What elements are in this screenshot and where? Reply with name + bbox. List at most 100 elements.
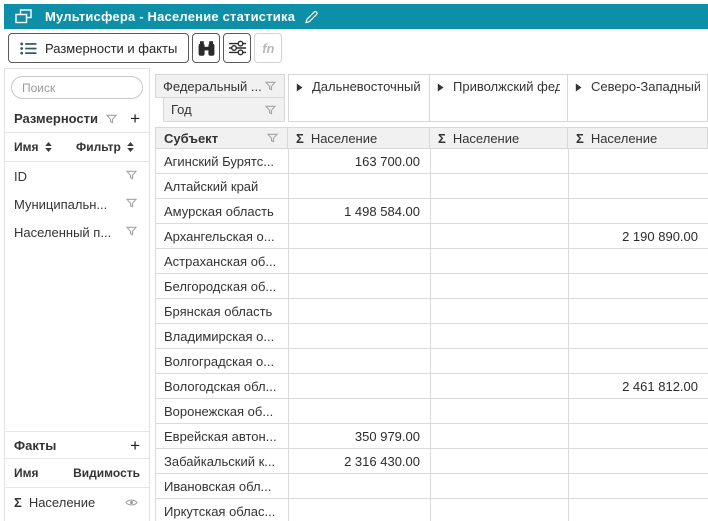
column-group-far-eastern[interactable]: Дальневосточный ф bbox=[288, 74, 430, 122]
filter-icon[interactable] bbox=[125, 225, 138, 240]
value-cell[interactable] bbox=[431, 249, 569, 273]
value-cell[interactable] bbox=[289, 474, 431, 498]
value-cell[interactable] bbox=[431, 149, 569, 173]
value-cell[interactable] bbox=[289, 174, 431, 198]
fn-button[interactable]: fn bbox=[254, 33, 282, 63]
row-header-cell[interactable]: Владимирская о... bbox=[156, 324, 289, 348]
row-header-cell[interactable]: Амурская область bbox=[156, 199, 289, 223]
sidebar-item-id[interactable]: ID bbox=[5, 162, 149, 190]
value-cell[interactable] bbox=[569, 424, 708, 448]
value-cell[interactable] bbox=[569, 274, 708, 298]
filter-icon[interactable] bbox=[125, 169, 138, 184]
value-cell[interactable] bbox=[431, 424, 569, 448]
add-dimension-button[interactable]: + bbox=[130, 110, 140, 127]
value-cell[interactable]: 1 498 584.00 bbox=[289, 199, 431, 223]
value-cell[interactable] bbox=[431, 274, 569, 298]
value-cell[interactable]: 2 190 890.00 bbox=[569, 224, 708, 248]
column-dimension-cell[interactable]: Федеральный ... bbox=[155, 74, 285, 98]
value-cell[interactable] bbox=[431, 349, 569, 373]
row-header-cell[interactable]: Агинский Бурятс... bbox=[156, 149, 289, 173]
filter-icon[interactable] bbox=[266, 132, 279, 144]
value-cell[interactable] bbox=[289, 324, 431, 348]
value-cell[interactable] bbox=[569, 499, 708, 521]
value-cell[interactable] bbox=[289, 224, 431, 248]
table-row: Брянская область bbox=[155, 299, 708, 324]
value-cell[interactable]: 350 979.00 bbox=[289, 424, 431, 448]
value-cell[interactable] bbox=[431, 374, 569, 398]
value-cell[interactable] bbox=[431, 449, 569, 473]
row-header-cell[interactable]: Забайкальский к... bbox=[156, 449, 289, 473]
value-cell[interactable] bbox=[431, 324, 569, 348]
value-cell[interactable] bbox=[431, 299, 569, 323]
row-header-subject-cell[interactable]: Субъект bbox=[155, 127, 288, 149]
row-header-cell[interactable]: Волгоградская о... bbox=[156, 349, 289, 373]
value-cell[interactable] bbox=[289, 274, 431, 298]
measure-header-cell[interactable]: Σ Население bbox=[288, 127, 430, 149]
value-cell[interactable] bbox=[569, 249, 708, 273]
measure-header-cell[interactable]: Σ Население bbox=[568, 127, 708, 149]
value-cell[interactable] bbox=[569, 324, 708, 348]
value-cell[interactable] bbox=[431, 474, 569, 498]
add-fact-button[interactable]: + bbox=[130, 437, 140, 454]
row-header-cell[interactable]: Вологодская обл... bbox=[156, 374, 289, 398]
row-header-cell[interactable]: Еврейская автон... bbox=[156, 424, 289, 448]
row-header-cell[interactable]: Брянская область bbox=[156, 299, 289, 323]
value-cell[interactable] bbox=[569, 474, 708, 498]
sigma-icon: Σ bbox=[296, 131, 304, 146]
measure-header-cell[interactable]: Σ Население bbox=[430, 127, 568, 149]
search-input[interactable] bbox=[11, 76, 143, 99]
measure-label: Население bbox=[591, 131, 699, 146]
column-group-northwestern[interactable]: Северо-Западный ф bbox=[568, 74, 708, 122]
row-dimension-year-cell[interactable]: Год bbox=[163, 97, 285, 122]
sidebar-item-population-fact[interactable]: Σ Население bbox=[5, 488, 149, 517]
value-cell[interactable] bbox=[431, 174, 569, 198]
row-header-cell[interactable]: Белгородская об... bbox=[156, 274, 289, 298]
filter-icon[interactable] bbox=[125, 197, 138, 212]
value-cell[interactable] bbox=[289, 349, 431, 373]
table-row: Алтайский край bbox=[155, 174, 708, 199]
value-cell[interactable] bbox=[569, 349, 708, 373]
value-cell[interactable] bbox=[289, 249, 431, 273]
value-cell[interactable] bbox=[289, 399, 431, 423]
expand-icon[interactable] bbox=[296, 83, 303, 92]
edit-title-icon[interactable] bbox=[304, 10, 319, 24]
value-cell[interactable] bbox=[569, 399, 708, 423]
sidebar-item-municipal[interactable]: Муниципальн... bbox=[5, 190, 149, 218]
sort-name-icon[interactable] bbox=[44, 141, 53, 153]
row-header-cell[interactable]: Архангельская о... bbox=[156, 224, 289, 248]
value-cell[interactable] bbox=[289, 299, 431, 323]
row-header-cell[interactable]: Астраханская об... bbox=[156, 249, 289, 273]
row-header-cell[interactable]: Иркутская облас... bbox=[156, 499, 289, 521]
value-cell[interactable] bbox=[289, 374, 431, 398]
filter-icon[interactable] bbox=[264, 104, 277, 116]
column-group-volga[interactable]: Приволжский феде bbox=[430, 74, 568, 122]
dimensions-filter-icon[interactable] bbox=[105, 113, 118, 125]
expand-icon[interactable] bbox=[575, 83, 582, 92]
sort-filter-icon[interactable] bbox=[126, 141, 135, 153]
filter-icon[interactable] bbox=[264, 80, 277, 92]
expand-icon[interactable] bbox=[437, 83, 444, 92]
row-header-cell[interactable]: Воронежская об... bbox=[156, 399, 289, 423]
value-cell[interactable] bbox=[431, 399, 569, 423]
dimensions-facts-button[interactable]: Размерности и факты bbox=[8, 33, 189, 63]
value-cell[interactable]: 2 316 430.00 bbox=[289, 449, 431, 473]
value-cell[interactable]: 2 461 812.00 bbox=[569, 374, 708, 398]
value-cell[interactable] bbox=[431, 224, 569, 248]
value-cell[interactable] bbox=[431, 499, 569, 521]
value-cell[interactable] bbox=[431, 199, 569, 223]
value-cell[interactable] bbox=[289, 499, 431, 521]
value-cell[interactable] bbox=[569, 199, 708, 223]
value-cell[interactable] bbox=[569, 449, 708, 473]
visibility-eye-icon[interactable] bbox=[125, 498, 138, 507]
table-row: Иркутская облас... bbox=[155, 499, 708, 521]
row-header-cell[interactable]: Алтайский край bbox=[156, 174, 289, 198]
value-cell[interactable] bbox=[569, 299, 708, 323]
value-cell[interactable] bbox=[569, 149, 708, 173]
value-cell[interactable] bbox=[569, 174, 708, 198]
row-header-cell[interactable]: Ивановская обл... bbox=[156, 474, 289, 498]
search-binoculars-button[interactable] bbox=[192, 33, 220, 63]
view-settings-button[interactable] bbox=[223, 33, 251, 63]
table-row: Ивановская обл... bbox=[155, 474, 708, 499]
value-cell[interactable]: 163 700.00 bbox=[289, 149, 431, 173]
sidebar-item-settlement[interactable]: Населенный п... bbox=[5, 218, 149, 246]
